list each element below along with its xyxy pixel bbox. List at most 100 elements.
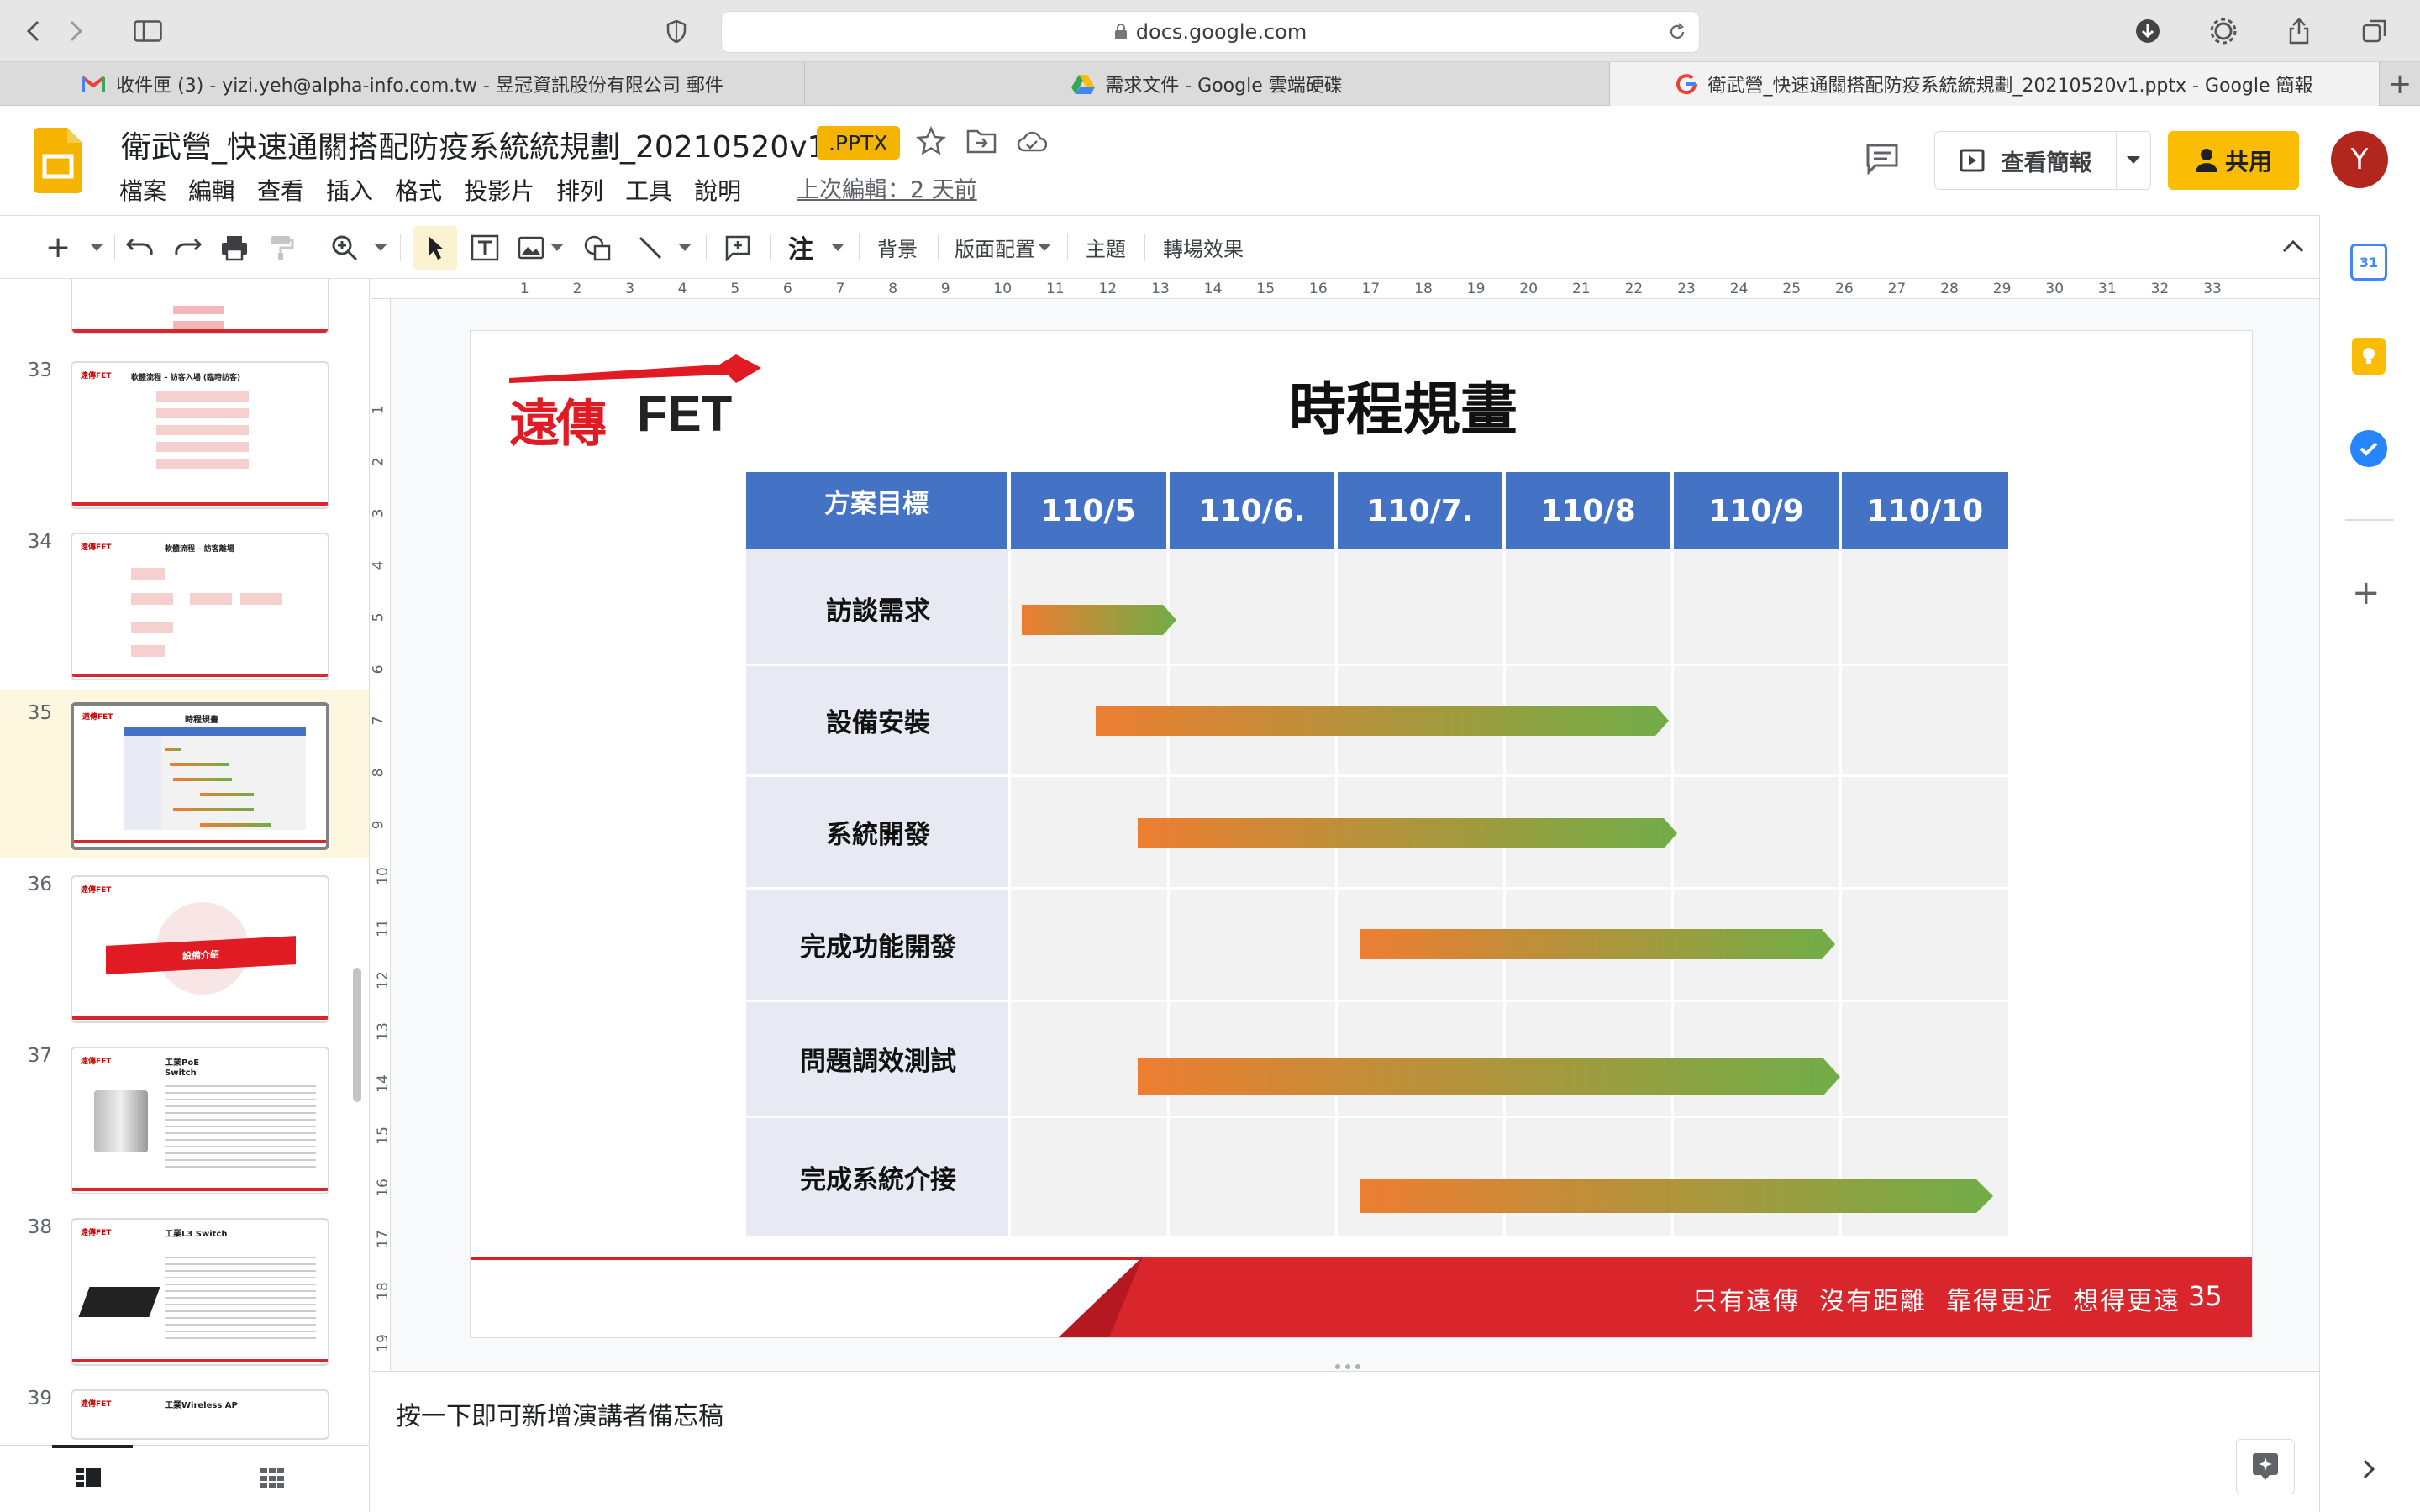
text-box-icon[interactable] (471, 234, 499, 261)
undo-icon[interactable] (126, 236, 155, 258)
chevron-right-icon[interactable] (2362, 1458, 2375, 1480)
slide-filmstrip: 33 遠傳FET 軟體流程 – 訪客入場 (臨時訪客) 34 遠傳FET 軟體流… (0, 279, 370, 1512)
ruler-tick-label: 10 (993, 281, 1013, 297)
line-icon[interactable] (637, 234, 664, 261)
privacy-report-button[interactable] (655, 12, 697, 50)
add-comment-icon[interactable] (724, 234, 751, 261)
tab-overview-button[interactable] (2353, 12, 2396, 50)
extension-button[interactable] (2202, 12, 2245, 50)
new-tab-button[interactable]: + (2380, 62, 2420, 106)
thumb-title: 工業L3 Switch (165, 1230, 228, 1239)
explore-button[interactable] (2236, 1439, 2295, 1494)
ruler-tick-label: 14 (374, 1074, 392, 1093)
file-format-badge: .PPTX (817, 126, 900, 160)
keep-icon[interactable] (2352, 338, 2386, 375)
present-options-button[interactable] (2117, 132, 2150, 189)
filmstrip-view-icon[interactable] (76, 1468, 101, 1487)
menu-help[interactable]: 說明 (694, 177, 741, 205)
cursor-icon[interactable] (425, 234, 447, 261)
caret-down-icon[interactable] (679, 244, 691, 252)
slide-thumb-32[interactable] (71, 279, 329, 334)
menu-format[interactable]: 格式 (395, 177, 442, 205)
shape-icon[interactable] (583, 234, 612, 261)
shield-icon (666, 19, 687, 43)
browser-tab-gmail[interactable]: 收件匣 (3) - yizi.yeh@alpha-info.com.tw - 昱… (0, 62, 805, 106)
caret-down-icon[interactable] (832, 244, 844, 252)
ruler-tick-label: 3 (370, 508, 387, 518)
caret-down-icon[interactable] (375, 244, 387, 252)
slide-thumb-33[interactable]: 遠傳FET 軟體流程 – 訪客入場 (臨時訪客) (71, 361, 329, 509)
menu-view[interactable]: 查看 (257, 177, 304, 205)
share-button[interactable]: 共用 (2168, 131, 2299, 190)
menu-slide[interactable]: 投影片 (464, 177, 534, 205)
calendar-icon[interactable]: 31 (2350, 244, 2387, 281)
slide-thumb-39[interactable]: 遠傳FET 工業Wireless AP (71, 1389, 329, 1440)
thumb-title: 軟體流程 – 訪客離場 (165, 545, 234, 554)
address-bar[interactable]: docs.google.com (721, 11, 1700, 53)
menu-file[interactable]: 檔案 (119, 177, 166, 205)
background-button[interactable]: 背景 (877, 228, 918, 266)
ruler-tick-label: 9 (940, 281, 950, 297)
cloud-saved-icon[interactable] (1017, 129, 1047, 153)
thumb-logo: 遠傳FET (81, 372, 112, 381)
browser-tab-slides[interactable]: 衛武營_快速通關搭配防疫系統統規劃_20210520v1.pptx - Goog… (1610, 62, 2380, 106)
chevron-right-icon (70, 20, 83, 42)
paint-format-icon[interactable] (269, 234, 294, 261)
print-icon[interactable] (220, 234, 249, 261)
ruler-tick-label: 26 (1835, 281, 1854, 297)
slide-thumb-36[interactable]: 遠傳FET 設備介紹 (71, 875, 329, 1023)
explore-icon (2253, 1453, 2278, 1480)
share-page-button[interactable] (2277, 12, 2321, 50)
zoom-icon[interactable] (331, 234, 358, 261)
tasks-icon[interactable] (2350, 430, 2387, 467)
menu-arrange[interactable]: 排列 (556, 177, 603, 205)
footer-slogan: 只有遠傳 沒有距離 靠得更近 想得更遠 (1692, 1287, 2181, 1316)
comments-icon[interactable] (1865, 143, 1899, 175)
account-avatar[interactable]: Y (2331, 131, 2388, 188)
ruler-tick-label: 17 (374, 1230, 392, 1249)
caret-down-icon[interactable] (91, 244, 103, 252)
input-tools-button[interactable]: 注 (788, 228, 813, 266)
layout-button[interactable]: 版面配置 (955, 228, 1035, 266)
document-title[interactable]: 衛武營_快速通關搭配防疫系統統規劃_20210520v1 (121, 123, 826, 166)
transition-button[interactable]: 轉場效果 (1163, 228, 1244, 266)
slide-canvas[interactable]: 遠傳 FET 時程規畫 方案目標 110/5 110/6. 110/7. 110… (471, 331, 2252, 1337)
menu-insert[interactable]: 插入 (326, 177, 373, 205)
filmstrip-view-indicator (52, 1445, 133, 1448)
star-icon[interactable] (916, 126, 946, 156)
slide-thumb-37[interactable]: 遠傳FET 工業PoE Switch (71, 1047, 329, 1194)
image-icon[interactable] (518, 236, 544, 260)
caret-down-icon[interactable] (1039, 244, 1050, 252)
sidebar-toggle-button[interactable] (126, 12, 170, 50)
downloads-button[interactable] (2126, 12, 2170, 50)
slide-thumb-34[interactable]: 遠傳FET 軟體流程 – 訪客離場 (71, 533, 329, 680)
speaker-notes-input[interactable]: 按一下即可新增演講者備忘稿 (396, 1395, 723, 1432)
caret-down-icon[interactable] (551, 244, 563, 252)
ruler-tick-label: 24 (1729, 281, 1749, 297)
present-button[interactable]: 查看簡報 (1935, 132, 2117, 189)
move-folder-icon[interactable] (966, 128, 997, 155)
reload-icon[interactable] (1667, 22, 1687, 42)
slides-logo-icon[interactable] (34, 128, 82, 193)
collapse-chevron-icon[interactable] (2282, 239, 2304, 253)
menu-tools[interactable]: 工具 (625, 177, 672, 205)
slide-thumb-35[interactable]: 遠傳FET 時程規畫 (71, 702, 329, 850)
redo-icon[interactable] (173, 236, 202, 258)
thumb-title: 時程規畫 (185, 716, 218, 725)
slide-number: 37 (27, 1045, 52, 1067)
grid-view-icon[interactable] (260, 1468, 284, 1488)
notes-resize-handle[interactable] (1331, 1364, 1365, 1371)
slide-thumb-38[interactable]: 遠傳FET 工業L3 Switch (71, 1218, 329, 1366)
last-edit-link[interactable]: 上次編輯：2 天前 (797, 171, 977, 204)
theme-button[interactable]: 主題 (1086, 228, 1126, 266)
add-addon-button[interactable]: + (2352, 576, 2381, 610)
gantt-bar-feature-complete (1360, 929, 1835, 959)
forward-button[interactable] (57, 12, 94, 50)
slide-number: 33 (27, 360, 52, 381)
back-button[interactable] (15, 12, 52, 50)
menu-edit[interactable]: 編輯 (188, 177, 235, 205)
browser-tab-drive[interactable]: 需求文件 - Google 雲端硬碟 (805, 62, 1610, 106)
slide-number: 39 (27, 1388, 52, 1410)
filmstrip-scrollbar[interactable] (353, 968, 361, 1102)
new-slide-button[interactable]: + (45, 228, 71, 266)
